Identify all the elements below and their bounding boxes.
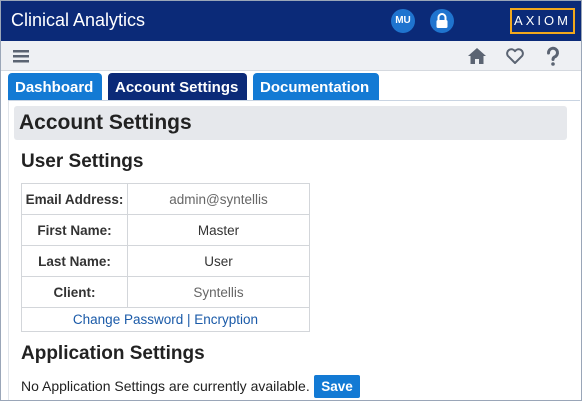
user-settings-table: Email Address: admin@syntellis First Nam… bbox=[21, 183, 310, 332]
tab-account-settings[interactable]: Account Settings bbox=[108, 73, 247, 101]
table-row: Change Password | Encryption bbox=[21, 307, 310, 332]
tab-dashboard[interactable]: Dashboard bbox=[8, 73, 102, 101]
email-label: Email Address: bbox=[21, 183, 128, 215]
application-settings-message: No Application Settings are currently av… bbox=[21, 378, 310, 394]
first-name-value: Master bbox=[127, 214, 310, 246]
content-panel: Account Settings User Settings Email Add… bbox=[8, 101, 580, 400]
tab-documentation[interactable]: Documentation bbox=[253, 73, 379, 101]
last-name-value: User bbox=[127, 245, 310, 277]
help-icon[interactable] bbox=[542, 45, 564, 67]
user-avatar[interactable]: MU bbox=[391, 9, 415, 33]
table-row: Email Address: admin@syntellis bbox=[21, 183, 310, 215]
email-value: admin@syntellis bbox=[127, 183, 310, 215]
lock-icon[interactable] bbox=[430, 9, 454, 33]
menu-icon[interactable] bbox=[10, 45, 32, 67]
link-separator: | bbox=[187, 312, 191, 327]
last-name-label: Last Name: bbox=[21, 245, 128, 277]
change-password-link[interactable]: Change Password bbox=[73, 312, 183, 327]
toolbar bbox=[1, 41, 581, 71]
table-row: Client: Syntellis bbox=[21, 276, 310, 308]
client-label: Client: bbox=[21, 276, 128, 308]
home-icon[interactable] bbox=[466, 45, 488, 67]
encryption-link[interactable]: Encryption bbox=[194, 312, 258, 327]
save-button[interactable]: Save bbox=[314, 375, 360, 398]
table-row: First Name: Master bbox=[21, 214, 310, 246]
tab-bar: Dashboard Account Settings Documentation bbox=[1, 73, 581, 101]
user-settings-heading: User Settings bbox=[21, 151, 144, 172]
client-value: Syntellis bbox=[127, 276, 310, 308]
application-settings-heading: Application Settings bbox=[21, 343, 205, 364]
heart-icon[interactable] bbox=[504, 45, 526, 67]
app-title: Clinical Analytics bbox=[11, 10, 146, 30]
first-name-label: First Name: bbox=[21, 214, 128, 246]
table-row: Last Name: User bbox=[21, 245, 310, 277]
account-links: Change Password | Encryption bbox=[21, 307, 310, 332]
title-bar: Clinical Analytics MU AXIOM bbox=[1, 1, 581, 41]
page-header: Account Settings bbox=[14, 106, 567, 140]
page-title: Account Settings bbox=[19, 111, 192, 134]
app-window: Clinical Analytics MU AXIOM Dashboard Ac… bbox=[0, 0, 582, 401]
brand-logo: AXIOM bbox=[510, 8, 575, 34]
